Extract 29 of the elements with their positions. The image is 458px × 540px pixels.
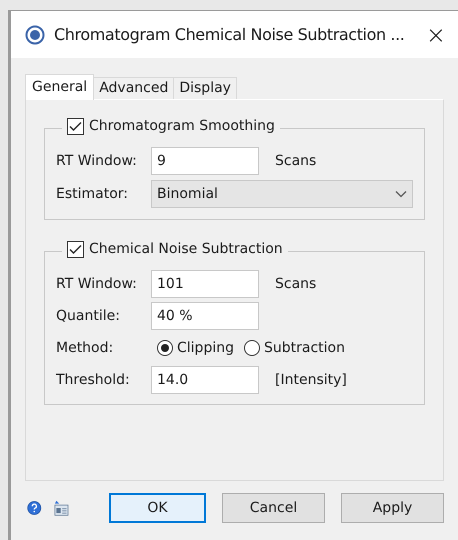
text-field[interactable]: 101 <box>151 270 259 298</box>
text-field[interactable]: 9 <box>151 147 259 175</box>
dialog-button[interactable]: OK <box>109 493 206 523</box>
field-label: Method: <box>56 338 114 358</box>
text-field[interactable]: 14.0 <box>151 366 259 394</box>
field-label: Quantile: <box>56 306 121 326</box>
unit-label: Scans <box>275 274 316 294</box>
field-label: RT Window: <box>56 152 138 170</box>
app-logo-icon <box>25 24 45 44</box>
estimator-dropdown[interactable]: Binomial <box>151 180 413 208</box>
field-label: Threshold: <box>56 370 131 390</box>
radio-option[interactable]: Subtraction <box>244 338 345 358</box>
chevron-down-icon <box>395 190 407 198</box>
dialog-button[interactable]: Apply <box>341 493 444 523</box>
tab[interactable]: Display <box>174 77 237 99</box>
close-button[interactable]: × <box>426 22 446 46</box>
group-checkbox[interactable]: Chromatogram Smoothing <box>62 116 280 137</box>
field-label: RT Window: <box>56 274 138 294</box>
group-checkbox[interactable]: Chemical Noise Subtraction <box>62 239 288 260</box>
tab[interactable]: Advanced <box>94 77 174 99</box>
help-icon[interactable] <box>27 498 42 518</box>
dialog-button[interactable]: Cancel <box>222 493 325 523</box>
unit-label: [Intensity] <box>275 370 347 390</box>
unit-label: Scans <box>275 152 316 170</box>
field-label: Estimator: <box>56 184 130 204</box>
window-title: Chromatogram Chemical Noise Subtraction ... <box>54 24 404 46</box>
tab[interactable]: General <box>25 74 94 100</box>
text-field[interactable]: 40 % <box>151 302 259 330</box>
radio-option[interactable]: Clipping <box>157 338 234 358</box>
